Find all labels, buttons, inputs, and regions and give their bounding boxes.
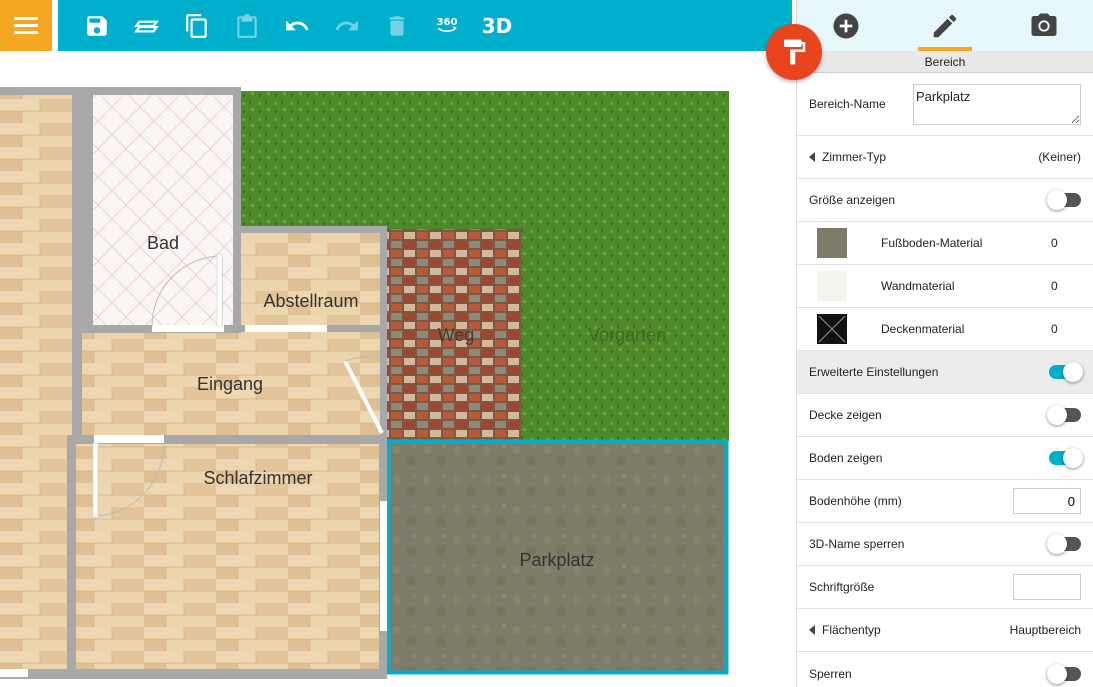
lock-row: Sperren bbox=[797, 652, 1093, 687]
bad-floor[interactable] bbox=[93, 95, 233, 325]
camera-icon bbox=[1031, 13, 1057, 36]
floor-height-label: Bodenhöhe (mm) bbox=[809, 494, 902, 508]
abstellraum-floor[interactable] bbox=[240, 233, 380, 329]
paint-roller-icon bbox=[784, 39, 806, 65]
lock-3d-name-label: 3D-Name sperren bbox=[809, 537, 905, 551]
layers-icon bbox=[134, 20, 159, 32]
save-icon bbox=[87, 15, 107, 36]
lock-3d-name-row: 3D-Name sperren bbox=[797, 523, 1093, 566]
room-label-bad: Bad bbox=[147, 233, 179, 253]
view-3d-label: 3D bbox=[481, 13, 513, 38]
layers-button[interactable] bbox=[122, 0, 172, 51]
show-floor-row: Boden zeigen bbox=[797, 437, 1093, 480]
paint-roller-button[interactable] bbox=[766, 24, 822, 80]
panel-tabs bbox=[797, 0, 1093, 51]
ceiling-material-swatch[interactable] bbox=[817, 314, 847, 344]
main-toolbar: 360 3D bbox=[58, 0, 792, 51]
lock-3d-name-toggle[interactable] bbox=[1047, 534, 1081, 554]
panel-header: Bereich bbox=[797, 51, 1093, 73]
delete-button[interactable] bbox=[372, 0, 422, 51]
floor-material-row[interactable]: Fußboden-Material 0 bbox=[797, 222, 1093, 265]
ceiling-material-label: Deckenmaterial bbox=[881, 322, 965, 336]
left-room-floor[interactable] bbox=[0, 91, 72, 671]
undo-button[interactable] bbox=[272, 0, 322, 51]
hamburger-icon bbox=[14, 15, 38, 36]
floor-height-row: Bodenhöhe (mm) bbox=[797, 480, 1093, 523]
wall-material-row[interactable]: Wandmaterial 0 bbox=[797, 265, 1093, 308]
redo-icon bbox=[335, 20, 358, 30]
floorplan-canvas[interactable]: Bad Abstellraum Eingang Schlafzimmer Weg… bbox=[0, 51, 796, 687]
floor-material-swatch[interactable] bbox=[817, 228, 847, 258]
add-circle-icon bbox=[833, 13, 859, 38]
view-3d-button[interactable]: 3D bbox=[472, 0, 522, 51]
show-size-toggle[interactable] bbox=[1047, 190, 1081, 210]
paste-icon bbox=[237, 13, 257, 38]
area-name-label: Bereich-Name bbox=[809, 97, 886, 111]
room-type-row[interactable]: Zimmer-Typ (Keiner) bbox=[797, 136, 1093, 179]
menu-button[interactable] bbox=[0, 0, 52, 51]
room-label-parkplatz: Parkplatz bbox=[519, 550, 594, 570]
room-type-label: Zimmer-Typ bbox=[822, 150, 886, 164]
surface-type-value: Hauptbereich bbox=[1009, 623, 1081, 637]
save-button[interactable] bbox=[72, 0, 122, 51]
show-floor-toggle[interactable] bbox=[1049, 448, 1083, 468]
pencil-icon bbox=[933, 14, 957, 37]
wall-material-swatch[interactable] bbox=[817, 271, 847, 301]
surface-type-label: Flächentyp bbox=[822, 623, 881, 637]
properties-panel: Bereich Bereich-Name Parkplatz Zimmer-Ty… bbox=[796, 0, 1093, 687]
caret-left-icon bbox=[809, 625, 815, 635]
area-name-row: Bereich-Name Parkplatz bbox=[797, 73, 1093, 136]
area-name-input[interactable]: Parkplatz bbox=[913, 83, 1081, 125]
advanced-settings-label: Erweiterte Einstellungen bbox=[809, 365, 939, 379]
floorplan-drawing: Bad Abstellraum Eingang Schlafzimmer Weg… bbox=[0, 87, 729, 679]
show-ceiling-row: Decke zeigen bbox=[797, 394, 1093, 437]
room-label-eingang: Eingang bbox=[197, 374, 263, 394]
room-label-vorgarten: Vorgarten bbox=[588, 325, 666, 345]
wall-material-value: 0 bbox=[1051, 279, 1058, 293]
room-label-schlafzimmer: Schlafzimmer bbox=[203, 468, 312, 488]
ceiling-material-row[interactable]: Deckenmaterial 0 bbox=[797, 308, 1093, 351]
show-floor-label: Boden zeigen bbox=[809, 451, 883, 465]
view-360-button[interactable]: 360 bbox=[422, 0, 472, 51]
lock-label: Sperren bbox=[809, 666, 852, 681]
undo-icon bbox=[286, 20, 309, 30]
view-360-label: 360 bbox=[436, 17, 458, 28]
paste-button[interactable] bbox=[222, 0, 272, 51]
font-size-input[interactable] bbox=[1013, 574, 1081, 600]
show-ceiling-label: Decke zeigen bbox=[809, 408, 882, 422]
advanced-settings-row: Erweiterte Einstellungen bbox=[797, 351, 1093, 394]
floor-material-value: 0 bbox=[1051, 236, 1058, 250]
advanced-settings-toggle[interactable] bbox=[1049, 362, 1083, 382]
redo-button[interactable] bbox=[322, 0, 372, 51]
lock-toggle[interactable] bbox=[1047, 663, 1081, 684]
font-size-row: Schriftgröße bbox=[797, 566, 1093, 609]
floor-height-input[interactable] bbox=[1013, 488, 1081, 514]
show-size-row: Größe anzeigen bbox=[797, 179, 1093, 222]
surface-type-row[interactable]: Flächentyp Hauptbereich bbox=[797, 609, 1093, 652]
copy-icon bbox=[186, 13, 207, 38]
tab-edit[interactable] bbox=[896, 0, 995, 51]
trash-icon bbox=[389, 15, 405, 36]
wall-material-label: Wandmaterial bbox=[881, 279, 955, 293]
tab-camera[interactable] bbox=[994, 0, 1093, 51]
cross-icon bbox=[818, 315, 846, 343]
floor-material-label: Fußboden-Material bbox=[881, 236, 983, 250]
show-size-label: Größe anzeigen bbox=[809, 193, 896, 207]
room-label-abstellraum: Abstellraum bbox=[263, 291, 358, 311]
caret-left-icon bbox=[809, 152, 815, 162]
font-size-label: Schriftgröße bbox=[809, 580, 875, 594]
copy-button[interactable] bbox=[172, 0, 222, 51]
show-ceiling-toggle[interactable] bbox=[1047, 405, 1081, 425]
room-type-value: (Keiner) bbox=[1038, 150, 1081, 164]
room-label-weg: Weg bbox=[438, 325, 475, 345]
ceiling-material-value: 0 bbox=[1051, 322, 1058, 336]
app-window: 360 3D Bad Abstellraum Eingang Schlafzim… bbox=[0, 0, 1093, 687]
